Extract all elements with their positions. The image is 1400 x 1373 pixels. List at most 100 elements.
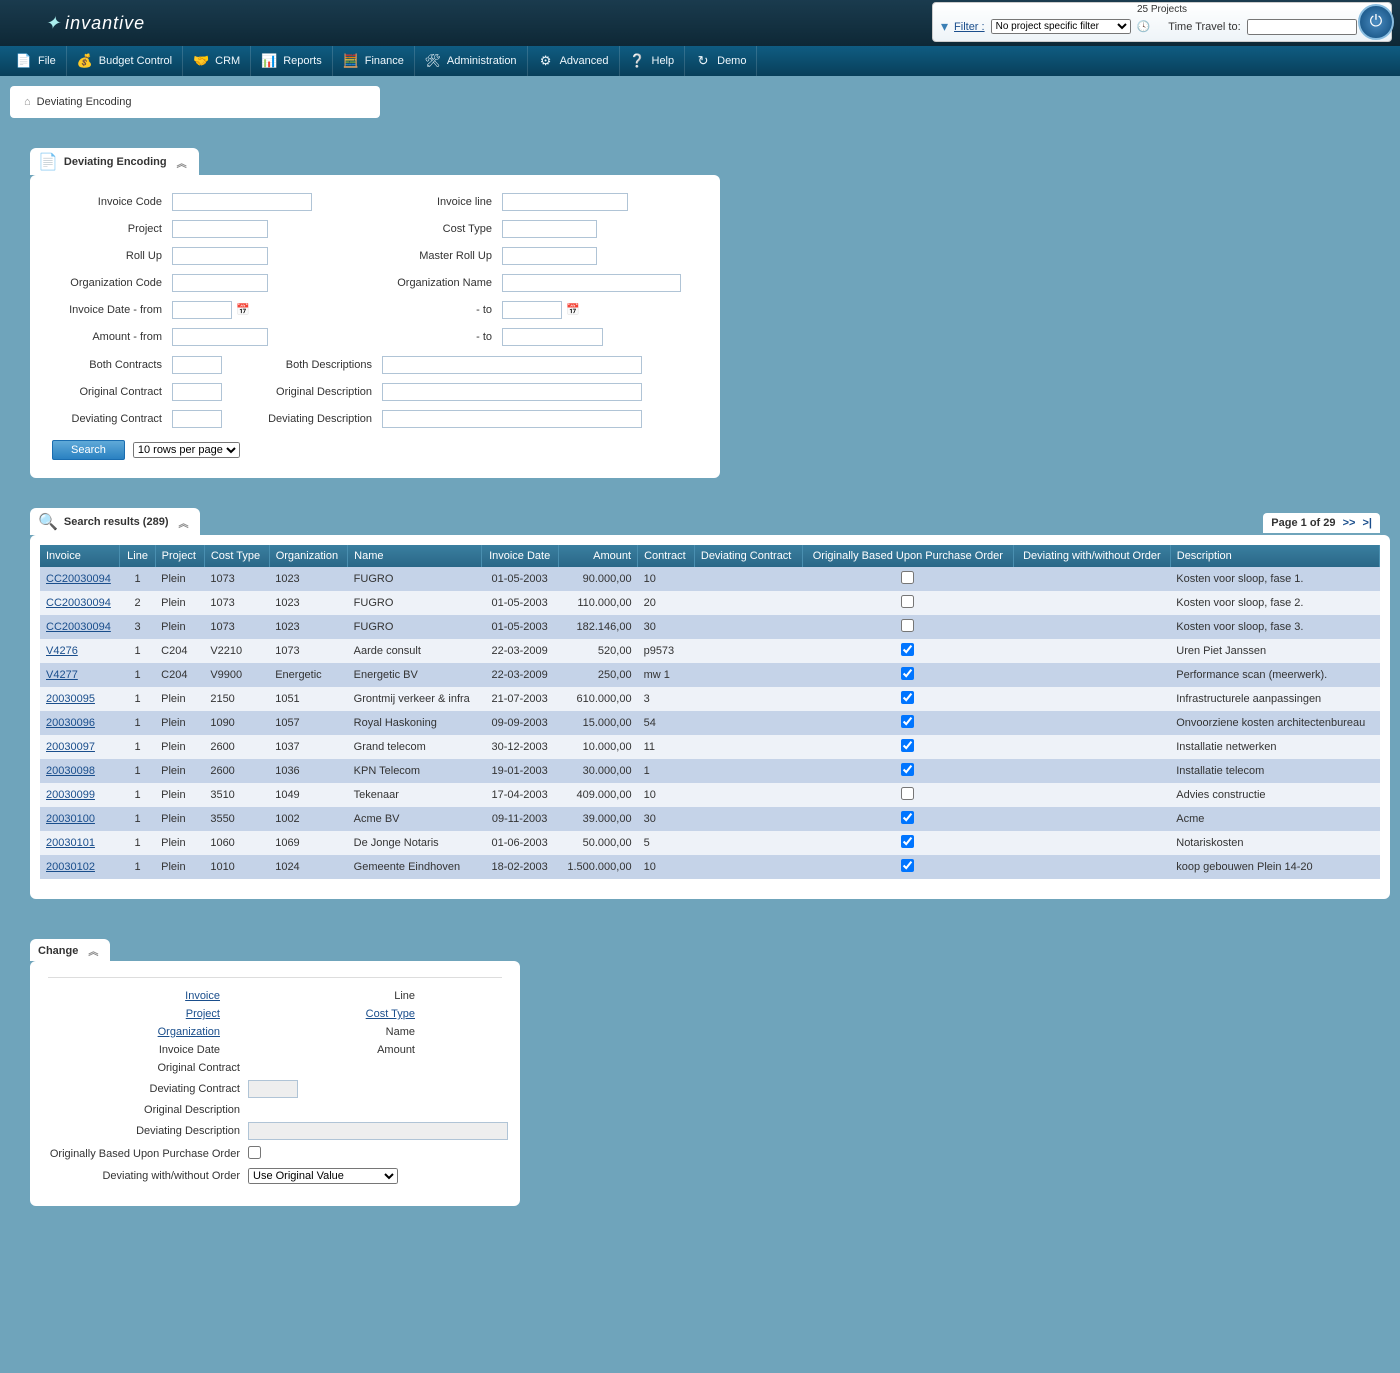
filter-select[interactable]: No project specific filter <box>991 19 1131 34</box>
search-section-tab[interactable]: 📄 Deviating Encoding ︽ <box>30 148 199 175</box>
table-row: 200301021Plein10101024Gemeente Eindhoven… <box>40 855 1380 879</box>
invoice-link[interactable]: 20030095 <box>46 693 95 705</box>
deviating-description-input[interactable] <box>382 410 642 428</box>
col-1[interactable]: Line <box>120 545 155 567</box>
invoice-link[interactable]: CC20030094 <box>46 597 111 609</box>
orig-po-checkbox[interactable] <box>901 811 914 824</box>
change-invoice-link[interactable]: Invoice <box>48 990 228 1002</box>
rows-per-page-select[interactable]: 10 rows per page <box>133 442 240 458</box>
orig-po-checkbox[interactable] <box>901 667 914 680</box>
label-amount-to: - to <box>332 331 502 343</box>
menu-advanced[interactable]: ⚙Advanced <box>528 46 620 76</box>
time-travel-input[interactable] <box>1247 19 1357 35</box>
menu-demo[interactable]: ↻Demo <box>685 46 757 76</box>
invoice-date-from-input[interactable] <box>172 301 232 319</box>
col-9[interactable]: Deviating Contract <box>694 545 802 567</box>
cost-type-input[interactable] <box>502 220 597 238</box>
orig-po-checkbox[interactable] <box>901 859 914 872</box>
table-row: CC200300942Plein10731023FUGRO01-05-20031… <box>40 591 1380 615</box>
orig-po-checkbox[interactable] <box>901 643 914 656</box>
home-icon[interactable]: ⌂ <box>24 96 31 108</box>
invoice-link[interactable]: 20030101 <box>46 837 95 849</box>
menu-icon: 🧮 <box>343 53 359 69</box>
pager-last[interactable]: >| <box>1362 517 1372 529</box>
invoice-code-input[interactable] <box>172 193 312 211</box>
label-both-contracts: Both Contracts <box>52 359 172 371</box>
invoice-date-to-input[interactable] <box>502 301 562 319</box>
change-cost-type-link[interactable]: Cost Type <box>308 1008 423 1020</box>
menu-crm[interactable]: 🤝CRM <box>183 46 251 76</box>
col-5[interactable]: Name <box>348 545 481 567</box>
col-12[interactable]: Description <box>1170 545 1379 567</box>
calendar-icon[interactable]: 📅 <box>566 303 582 319</box>
results-section-tab[interactable]: 🔍 Search results (289) ︽ <box>30 508 200 535</box>
breadcrumb: ⌂ Deviating Encoding <box>10 86 380 118</box>
orig-po-checkbox[interactable] <box>901 619 914 632</box>
project-input[interactable] <box>172 220 268 238</box>
col-11[interactable]: Deviating with/without Order <box>1014 545 1171 567</box>
col-7[interactable]: Amount <box>558 545 637 567</box>
amount-from-input[interactable] <box>172 328 268 346</box>
orig-po-checkbox[interactable] <box>901 739 914 752</box>
invoice-line-input[interactable] <box>502 193 628 211</box>
change-section-tab[interactable]: Change ︽ <box>30 939 110 961</box>
change-dev-order-select[interactable]: Use Original Value <box>248 1168 398 1184</box>
orig-po-checkbox[interactable] <box>901 571 914 584</box>
change-deviating-contract-input[interactable] <box>248 1080 298 1098</box>
chevron-up-icon[interactable]: ︽ <box>88 943 98 958</box>
chevron-up-icon[interactable]: ︽ <box>178 515 188 530</box>
col-8[interactable]: Contract <box>638 545 695 567</box>
brand-logo: invantive <box>45 13 145 34</box>
filter-link[interactable]: Filter : <box>954 21 985 33</box>
amount-to-input[interactable] <box>502 328 603 346</box>
invoice-link[interactable]: 20030099 <box>46 789 95 801</box>
invoice-link[interactable]: CC20030094 <box>46 573 111 585</box>
menu-budget-control[interactable]: 💰Budget Control <box>67 46 183 76</box>
col-2[interactable]: Project <box>155 545 204 567</box>
menu-help[interactable]: ❔Help <box>620 46 686 76</box>
orig-po-checkbox[interactable] <box>901 787 914 800</box>
both-contracts-input[interactable] <box>172 356 222 374</box>
col-6[interactable]: Invoice Date <box>481 545 558 567</box>
calendar-icon[interactable]: 📅 <box>236 303 252 319</box>
col-4[interactable]: Organization <box>269 545 347 567</box>
change-organization-link[interactable]: Organization <box>48 1026 228 1038</box>
org-name-input[interactable] <box>502 274 681 292</box>
invoice-link[interactable]: 20030096 <box>46 717 95 729</box>
invoice-link[interactable]: 20030098 <box>46 765 95 777</box>
col-3[interactable]: Cost Type <box>204 545 269 567</box>
menu-finance[interactable]: 🧮Finance <box>333 46 415 76</box>
menu-file[interactable]: 📄File <box>6 46 67 76</box>
invoice-link[interactable]: V4276 <box>46 645 78 657</box>
invoice-link[interactable]: V4277 <box>46 669 78 681</box>
power-button[interactable]: ⏻ <box>1358 4 1394 40</box>
both-descriptions-input[interactable] <box>382 356 642 374</box>
search-button[interactable]: Search <box>52 440 125 460</box>
col-10[interactable]: Originally Based Upon Purchase Order <box>802 545 1013 567</box>
col-0[interactable]: Invoice <box>40 545 120 567</box>
search-section: 📄 Deviating Encoding ︽ Invoice Code Invo… <box>30 148 1400 478</box>
invoice-link[interactable]: CC20030094 <box>46 621 111 633</box>
invoice-link[interactable]: 20030102 <box>46 861 95 873</box>
master-roll-up-input[interactable] <box>502 247 597 265</box>
table-row: V42771C204V9900EnergeticEnergetic BV22-0… <box>40 663 1380 687</box>
change-orig-po-checkbox[interactable] <box>248 1146 261 1159</box>
original-contract-input[interactable] <box>172 383 222 401</box>
orig-po-checkbox[interactable] <box>901 763 914 776</box>
orig-po-checkbox[interactable] <box>901 715 914 728</box>
invoice-link[interactable]: 20030097 <box>46 741 95 753</box>
change-deviating-description-input[interactable] <box>248 1122 508 1140</box>
original-description-input[interactable] <box>382 383 642 401</box>
menu-reports[interactable]: 📊Reports <box>251 46 333 76</box>
chevron-up-icon[interactable]: ︽ <box>177 155 187 170</box>
orig-po-checkbox[interactable] <box>901 835 914 848</box>
pager-next[interactable]: >> <box>1343 517 1356 529</box>
org-code-input[interactable] <box>172 274 268 292</box>
menu-administration[interactable]: 🛠Administration <box>415 46 528 76</box>
change-project-link[interactable]: Project <box>48 1008 228 1020</box>
orig-po-checkbox[interactable] <box>901 595 914 608</box>
roll-up-input[interactable] <box>172 247 268 265</box>
orig-po-checkbox[interactable] <box>901 691 914 704</box>
invoice-link[interactable]: 20030100 <box>46 813 95 825</box>
deviating-contract-input[interactable] <box>172 410 222 428</box>
